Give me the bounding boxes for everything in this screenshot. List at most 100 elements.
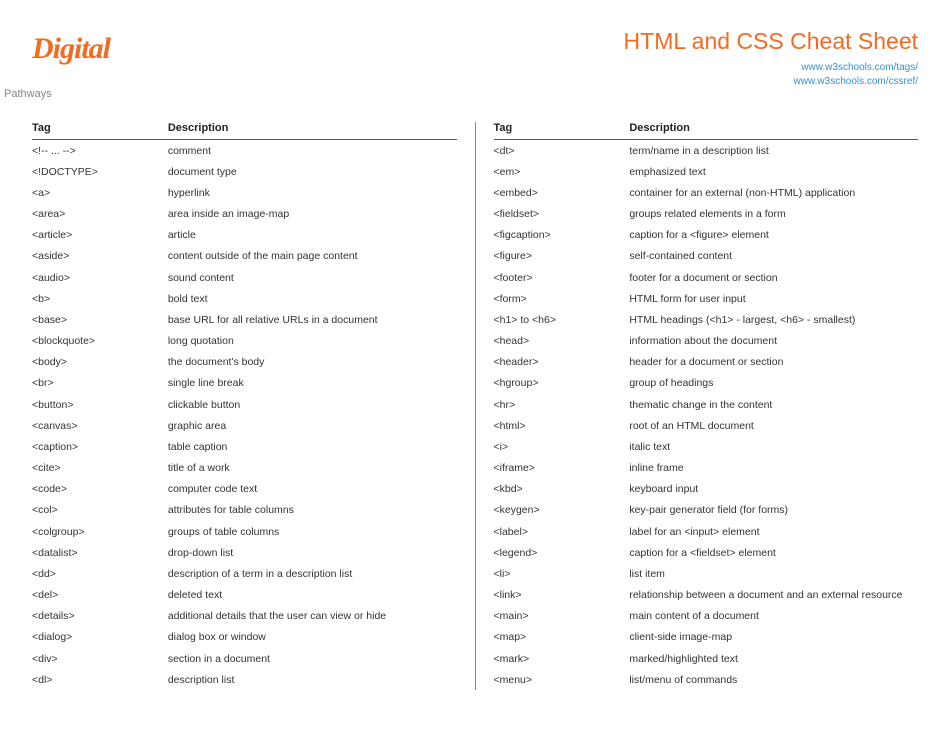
table-row: <body>the document's body — [32, 352, 457, 373]
table-row: <div>section in a document — [32, 648, 457, 669]
table-row: <embed>container for an external (non-HT… — [494, 182, 919, 203]
logo-main-text: Digital — [32, 32, 110, 65]
desc-cell: list item — [629, 563, 918, 584]
table-row: <br>single line break — [32, 373, 457, 394]
tag-cell: <!-- ... --> — [32, 140, 168, 162]
desc-cell: sound content — [168, 267, 457, 288]
right-column: Tag Description <dt>term/name in a descr… — [476, 122, 919, 690]
table-row: <caption>table caption — [32, 436, 457, 457]
tag-cell: <del> — [32, 585, 168, 606]
table-row: <em>emphasized text — [494, 161, 919, 182]
tag-cell: <menu> — [494, 669, 630, 690]
table-row: <i>italic text — [494, 436, 919, 457]
content-columns: Tag Description <!-- ... -->comment<!DOC… — [32, 122, 918, 690]
desc-cell: graphic area — [168, 415, 457, 436]
desc-cell: area inside an image-map — [168, 204, 457, 225]
tag-cell: <col> — [32, 500, 168, 521]
table-row: <html>root of an HTML document — [494, 415, 919, 436]
reference-link-tags[interactable]: www.w3schools.com/tags/ — [624, 61, 918, 75]
desc-cell: inline frame — [629, 458, 918, 479]
table-row: <b>bold text — [32, 288, 457, 309]
desc-cell: attributes for table columns — [168, 500, 457, 521]
table-row: <button>clickable button — [32, 394, 457, 415]
table-row: <col>attributes for table columns — [32, 500, 457, 521]
desc-cell: title of a work — [168, 458, 457, 479]
table-row: <fieldset>groups related elements in a f… — [494, 204, 919, 225]
tag-cell: <label> — [494, 521, 630, 542]
tag-cell: <mark> — [494, 648, 630, 669]
tag-cell: <figure> — [494, 246, 630, 267]
table-row: <dialog>dialog box or window — [32, 627, 457, 648]
tag-cell: <legend> — [494, 542, 630, 563]
table-row: <main>main content of a document — [494, 606, 919, 627]
desc-cell: comment — [168, 140, 457, 162]
desc-cell: drop-down list — [168, 542, 457, 563]
desc-cell: marked/highlighted text — [629, 648, 918, 669]
left-column: Tag Description <!-- ... -->comment<!DOC… — [32, 122, 476, 690]
table-row: <iframe>inline frame — [494, 458, 919, 479]
desc-cell: caption for a <figure> element — [629, 225, 918, 246]
table-row: <hr>thematic change in the content — [494, 394, 919, 415]
tag-cell: <b> — [32, 288, 168, 309]
table-row: <head>information about the document — [494, 331, 919, 352]
tag-cell: <iframe> — [494, 458, 630, 479]
desc-cell: base URL for all relative URLs in a docu… — [168, 309, 457, 330]
desc-cell: table caption — [168, 436, 457, 457]
table-row: <hgroup>group of headings — [494, 373, 919, 394]
tag-cell: <details> — [32, 606, 168, 627]
desc-cell: hyperlink — [168, 182, 457, 203]
desc-cell: section in a document — [168, 648, 457, 669]
table-row: <!DOCTYPE>document type — [32, 161, 457, 182]
desc-cell: HTML form for user input — [629, 288, 918, 309]
table-row: <!-- ... -->comment — [32, 140, 457, 162]
tag-cell: <audio> — [32, 267, 168, 288]
table-row: <li>list item — [494, 563, 919, 584]
tag-cell: <keygen> — [494, 500, 630, 521]
col-header-desc: Description — [168, 122, 457, 140]
tag-cell: <caption> — [32, 436, 168, 457]
tag-cell: <embed> — [494, 182, 630, 203]
tag-cell: <footer> — [494, 267, 630, 288]
table-row: <form>HTML form for user input — [494, 288, 919, 309]
tag-cell: <head> — [494, 331, 630, 352]
desc-cell: keyboard input — [629, 479, 918, 500]
desc-cell: emphasized text — [629, 161, 918, 182]
title-block: HTML and CSS Cheat Sheet www.w3schools.c… — [624, 28, 918, 89]
desc-cell: article — [168, 225, 457, 246]
desc-cell: deleted text — [168, 585, 457, 606]
table-row: <dt>term/name in a description list — [494, 140, 919, 162]
desc-cell: groups of table columns — [168, 521, 457, 542]
table-row: <legend>caption for a <fieldset> element — [494, 542, 919, 563]
tag-cell: <blockquote> — [32, 331, 168, 352]
desc-cell: list/menu of commands — [629, 669, 918, 690]
table-row: <base>base URL for all relative URLs in … — [32, 309, 457, 330]
table-row: <aside>content outside of the main page … — [32, 246, 457, 267]
table-row: <dd>description of a term in a descripti… — [32, 563, 457, 584]
tag-cell: <colgroup> — [32, 521, 168, 542]
tag-cell: <datalist> — [32, 542, 168, 563]
desc-cell: header for a document or section — [629, 352, 918, 373]
reference-link-cssref[interactable]: www.w3schools.com/cssref/ — [624, 75, 918, 89]
desc-cell: clickable button — [168, 394, 457, 415]
tag-cell: <figcaption> — [494, 225, 630, 246]
tag-cell: <hgroup> — [494, 373, 630, 394]
tag-cell: <dt> — [494, 140, 630, 162]
tag-cell: <em> — [494, 161, 630, 182]
tag-cell: <header> — [494, 352, 630, 373]
tag-cell: <h1> to <h6> — [494, 309, 630, 330]
desc-cell: HTML headings (<h1> - largest, <h6> - sm… — [629, 309, 918, 330]
table-row: <a>hyperlink — [32, 182, 457, 203]
desc-cell: description list — [168, 669, 457, 690]
desc-cell: footer for a document or section — [629, 267, 918, 288]
desc-cell: groups related elements in a form — [629, 204, 918, 225]
tag-cell: <link> — [494, 585, 630, 606]
table-row: <del>deleted text — [32, 585, 457, 606]
table-row: <blockquote>long quotation — [32, 331, 457, 352]
table-row: <details>additional details that the use… — [32, 606, 457, 627]
table-row: <canvas>graphic area — [32, 415, 457, 436]
col-header-desc: Description — [629, 122, 918, 140]
tag-cell: <div> — [32, 648, 168, 669]
desc-cell: description of a term in a description l… — [168, 563, 457, 584]
table-row: <audio>sound content — [32, 267, 457, 288]
desc-cell: long quotation — [168, 331, 457, 352]
